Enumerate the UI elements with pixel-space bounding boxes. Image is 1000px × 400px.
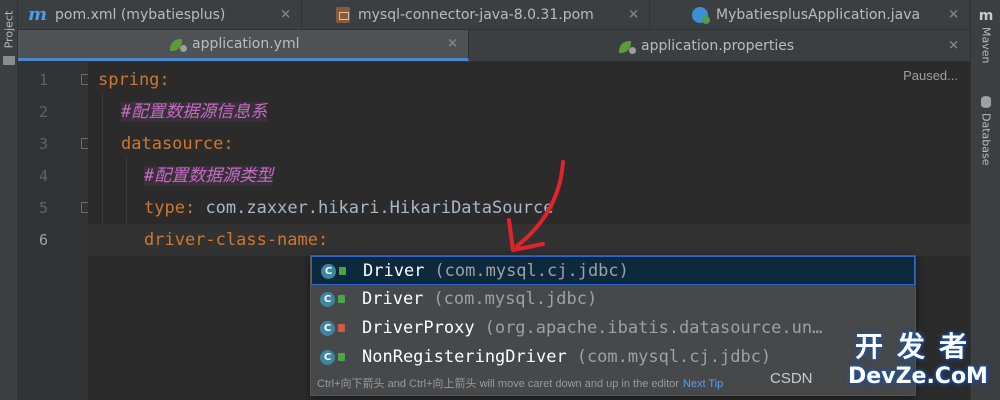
yaml-spring-icon [170, 37, 187, 52]
completion-item[interactable]: C DriverProxy (org.apache.ibatis.datasour… [311, 314, 915, 343]
line-number: 2 [38, 103, 48, 121]
yaml-key: spring [98, 70, 160, 90]
code-line: spring: [88, 64, 970, 96]
yaml-key: type [144, 198, 185, 218]
completion-name: NonRegisteringDriver [362, 347, 567, 367]
completion-item[interactable]: C Driver (com.mysql.jdbc) [311, 285, 915, 314]
top-tab-bar: m pom.xml (mybatiesplus) ✕ mysql-connect… [18, 0, 970, 30]
maven-tool-button[interactable]: m Maven [971, 8, 1000, 63]
tab-application-java[interactable]: MybatiesplusApplication.java ✕ [650, 0, 970, 29]
tab-label: MybatiesplusApplication.java [716, 6, 921, 23]
class-icon: C [320, 350, 335, 365]
completion-name: DriverProxy [362, 318, 475, 338]
watermark-en: DevZe.CoM [848, 364, 988, 389]
next-tip-link[interactable]: Next Tip [683, 378, 723, 390]
line-number-current: 6 [38, 231, 48, 249]
editor-gutter: 1 2 3 4 5 6 [18, 62, 92, 400]
database-icon [981, 96, 991, 108]
project-tool-label: Project [2, 10, 16, 48]
class-icon: C [321, 264, 336, 279]
completion-package: (org.apache.ibatis.datasource.un… [484, 318, 823, 338]
completion-item[interactable]: C NonRegisteringDriver (com.mysql.cj.jdbc… [311, 343, 915, 372]
yaml-colon: : [184, 198, 196, 218]
yaml-comment: #配置数据源类型 [144, 166, 274, 186]
yaml-key: datasource [121, 134, 224, 154]
close-icon[interactable]: ✕ [948, 38, 959, 53]
public-visibility-icon [338, 353, 345, 361]
pom-file-icon [336, 6, 350, 23]
completion-name: Driver [362, 289, 424, 309]
tab-pom-xml[interactable]: m pom.xml (mybatiesplus) ✕ [18, 0, 302, 29]
properties-spring-icon [619, 39, 636, 54]
yaml-comment: #配置数据源信息系 [121, 102, 268, 122]
close-icon[interactable]: ✕ [447, 37, 458, 52]
yaml-colon: : [223, 134, 234, 154]
spring-app-icon [692, 6, 710, 24]
maven-label: Maven [979, 27, 993, 64]
database-label: Database [979, 113, 993, 166]
line-number: 3 [38, 135, 48, 153]
csdn-watermark: CSDN [770, 370, 813, 387]
completion-package: (com.mysql.cj.jdbc) [434, 261, 629, 281]
class-icon: C [320, 321, 335, 336]
left-tool-strip: Project [0, 0, 18, 400]
class-icon: C [320, 292, 335, 307]
tab-application-yml[interactable]: application.yml ✕ [18, 30, 469, 61]
tab-mysql-connector-pom[interactable]: mysql-connector-java-8.0.31.pom ✕ [302, 0, 650, 29]
completion-package: (com.mysql.jdbc) [433, 289, 598, 309]
project-tool-button[interactable]: Project [0, 4, 18, 54]
devze-watermark: 开发者 DevZe.CoM [838, 330, 998, 390]
completion-hint: Ctrl+向下箭头 and Ctrl+向上箭头 will move caret … [311, 373, 915, 395]
tab-label: mysql-connector-java-8.0.31.pom [358, 6, 594, 23]
public-visibility-icon [339, 267, 346, 275]
private-visibility-icon [338, 324, 345, 332]
completion-item-selected[interactable]: C Driver (com.mysql.cj.jdbc) [311, 256, 915, 285]
red-arrow-annotation [507, 160, 565, 252]
maven-m-icon: m [28, 4, 48, 25]
tab-application-properties[interactable]: application.properties ✕ [469, 30, 969, 61]
tab-label: application.properties [641, 37, 795, 54]
yaml-key: driver-class-name [144, 230, 318, 250]
file-tab-bar: application.yml ✕ application.properties… [18, 30, 970, 62]
close-icon[interactable]: ✕ [280, 7, 291, 22]
close-icon[interactable]: ✕ [628, 7, 639, 22]
hint-text: Ctrl+向下箭头 and Ctrl+向上箭头 will move caret … [317, 378, 679, 390]
line-number: 5 [38, 199, 48, 217]
editor-status: Paused... [903, 68, 958, 83]
yaml-colon: : [159, 70, 170, 90]
line-number: 1 [38, 71, 48, 89]
yaml-colon: : [318, 230, 329, 250]
maven-icon: m [978, 8, 994, 24]
line-number: 4 [38, 167, 48, 185]
tab-label: application.yml [192, 36, 300, 52]
public-visibility-icon [338, 295, 345, 303]
completion-name: Driver [363, 261, 425, 281]
folder-icon [3, 56, 15, 65]
close-icon[interactable]: ✕ [948, 7, 959, 22]
code-completion-popup: C Driver (com.mysql.cj.jdbc) C Driver (com… [310, 255, 916, 396]
database-tool-button[interactable]: Database [971, 96, 1000, 166]
code-line: #配置数据源信息系 [88, 96, 970, 128]
completion-package: (com.mysql.cj.jdbc) [576, 347, 772, 367]
tab-label: pom.xml (mybatiesplus) [55, 6, 226, 23]
watermark-cn: 开发者 [854, 330, 981, 363]
